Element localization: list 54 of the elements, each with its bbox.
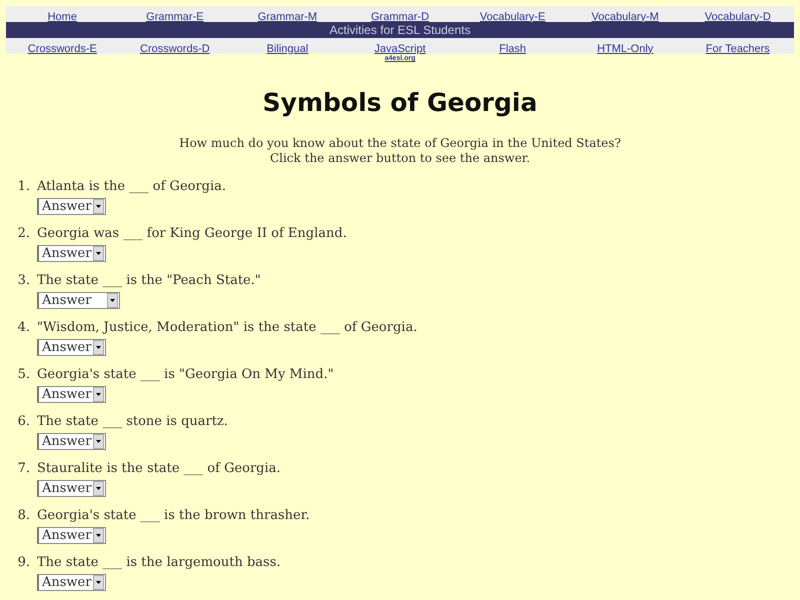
question-number: 8. — [16, 507, 31, 525]
answer-dropdown[interactable]: Answer — [37, 292, 120, 309]
caret-icon — [107, 293, 118, 308]
question-text: Georgia's state ___ is the brown thrasher. — [37, 507, 310, 525]
nav-link[interactable]: Home — [48, 10, 77, 22]
answer-dropdown[interactable]: Answer — [37, 386, 106, 403]
caret-icon — [93, 528, 104, 543]
nav-link[interactable]: Crosswords-D — [140, 42, 210, 54]
question-text: Georgia's state ___ is "Georgia On My Mind." — [37, 366, 334, 384]
page-title: Symbols of Georgia — [262, 87, 538, 119]
answer-dropdown[interactable]: Answer — [37, 527, 106, 544]
answer-dropdown[interactable]: Answer — [37, 480, 106, 497]
question-text: Stauralite is the state ___ of Georgia. — [37, 460, 281, 478]
nav-link[interactable]: Vocabulary-E — [480, 10, 546, 22]
answer-dropdown[interactable]: Answer — [37, 339, 106, 356]
nav-link[interactable]: Bilingual — [266, 42, 308, 54]
answer-dropdown[interactable]: Answer — [37, 245, 106, 262]
question-number: 6. — [16, 413, 31, 431]
caret-icon — [93, 199, 104, 214]
question-number: 2. — [16, 225, 31, 243]
nav-link[interactable]: Vocabulary-D — [704, 10, 771, 22]
caret-icon — [93, 387, 104, 402]
caret-icon — [93, 575, 104, 590]
question-text: The state ___ stone is quartz. — [37, 413, 228, 431]
question-number: 7. — [16, 460, 31, 478]
question-number: 1. — [16, 178, 31, 196]
question-number: 5. — [16, 366, 31, 384]
caret-icon — [93, 340, 104, 355]
nav-link[interactable]: Vocabulary-M — [592, 10, 659, 22]
banner-text: Activities for ESL Students — [330, 23, 470, 37]
question-text: "Wisdom, Justice, Moderation" is the state ___ of Georgia. — [37, 319, 418, 337]
answer-dropdown[interactable]: Answer — [37, 198, 106, 215]
nav-link[interactable]: Grammar-M — [258, 10, 318, 22]
nav-link[interactable]: Flash — [499, 42, 526, 54]
nav-link[interactable]: Crosswords-E — [28, 42, 97, 54]
question-text: The state ___ is the "Peach State." — [37, 272, 261, 290]
nav-link[interactable]: For Teachers — [706, 42, 770, 54]
nav-link[interactable]: Grammar-E — [146, 10, 204, 22]
answer-dropdown[interactable]: Answer — [37, 574, 106, 591]
nav-link[interactable]: Grammar-D — [370, 10, 430, 22]
caret-icon — [93, 481, 104, 496]
question-number: 3. — [16, 272, 31, 290]
caret-icon — [93, 246, 104, 261]
question-text: Georgia was ___ for King George II of England. — [37, 225, 347, 243]
nav-link[interactable]: HTML-Only — [597, 42, 654, 54]
question-text: The state ___ is the largemouth bass. — [37, 554, 281, 572]
answer-dropdown[interactable]: Answer — [37, 433, 106, 450]
question-number: 9. — [16, 554, 31, 572]
question-text: Atlanta is the ___ of Georgia. — [37, 178, 226, 196]
intro-text: Click the answer button to see the answer. — [270, 151, 530, 166]
intro-text: How much do you know about the state of Georgia in the United States? — [179, 136, 621, 151]
caret-icon — [93, 434, 104, 449]
question-number: 4. — [16, 319, 31, 337]
nav-link[interactable]: JavaScript — [374, 42, 426, 54]
